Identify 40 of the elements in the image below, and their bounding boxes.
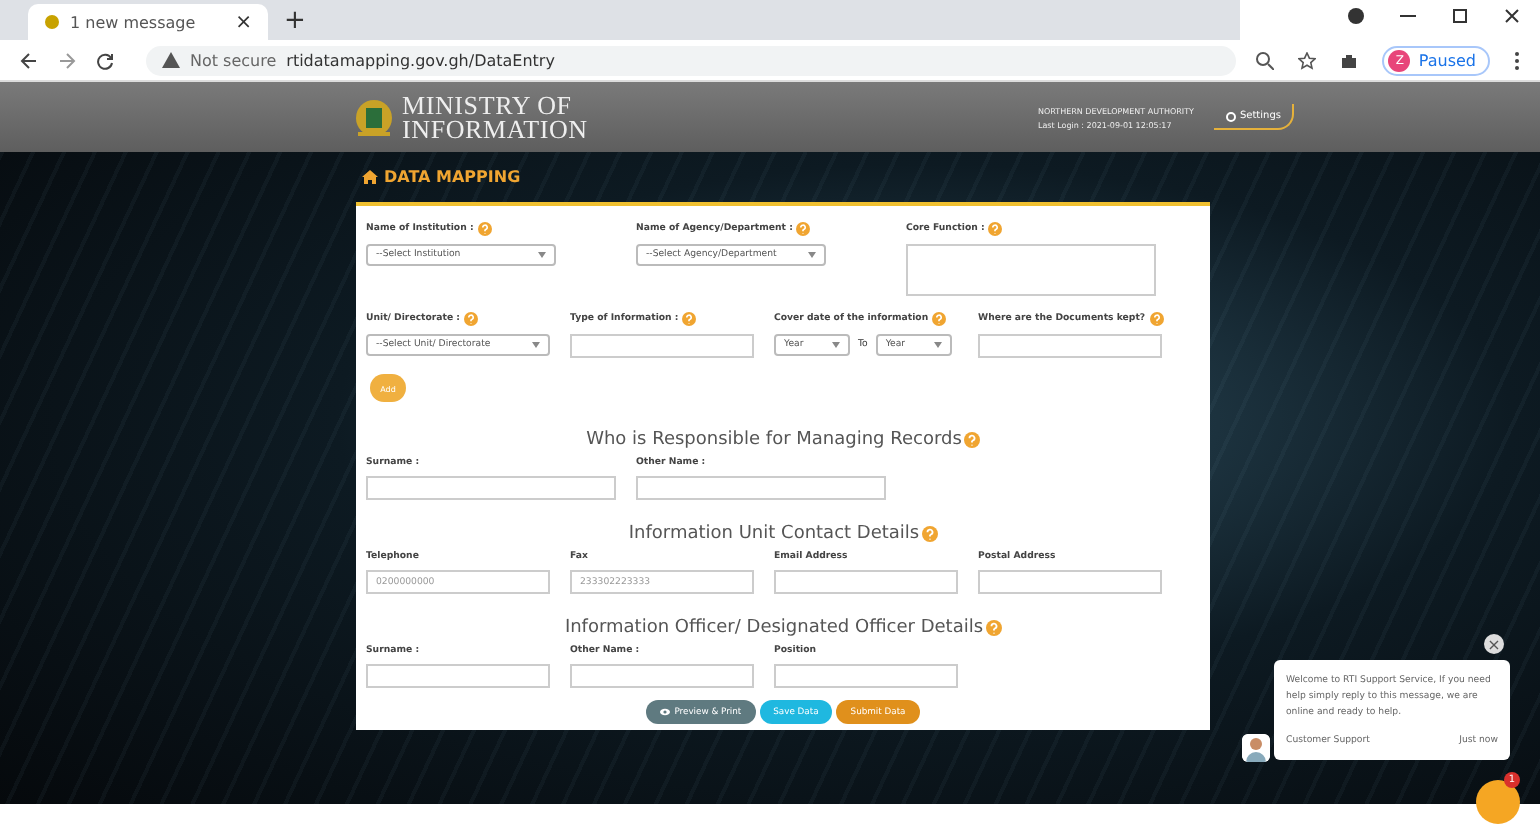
user-avatar-icon xyxy=(1242,734,1270,762)
input-field[interactable] xyxy=(774,664,958,688)
close-icon[interactable] xyxy=(1504,8,1520,24)
zoom-icon[interactable] xyxy=(1256,51,1275,69)
page-title: DATA MAPPING xyxy=(384,168,521,186)
section-heading: Information Officer/ Designated Officer Details xyxy=(564,618,984,638)
input-field[interactable] xyxy=(774,570,958,594)
caret-icon xyxy=(532,342,540,348)
tab-close-button[interactable]: × xyxy=(235,11,252,33)
caret-icon xyxy=(808,252,816,258)
caret-icon xyxy=(933,342,942,348)
browser-tab[interactable]: 1 new message × xyxy=(28,4,268,40)
chat-close-button[interactable]: × xyxy=(1484,634,1504,654)
warning-icon xyxy=(162,52,180,68)
input-field[interactable] xyxy=(366,476,616,500)
input-field[interactable] xyxy=(570,334,754,358)
caret-icon xyxy=(832,342,840,348)
input-field[interactable] xyxy=(978,570,1162,594)
input-field[interactable] xyxy=(978,334,1162,358)
star-icon[interactable] xyxy=(1298,51,1317,69)
address-bar[interactable]: Not secure rtidatamapping.gov.gh/DataEntry xyxy=(146,45,1237,75)
caret-icon xyxy=(538,252,546,258)
account-icon[interactable] xyxy=(1348,8,1364,24)
input-field[interactable] xyxy=(636,476,886,500)
restore-icon[interactable] xyxy=(1452,8,1468,24)
menu-icon[interactable] xyxy=(1514,51,1520,69)
reload-icon[interactable] xyxy=(96,51,114,69)
input-field[interactable] xyxy=(570,664,754,688)
section-heading: Information Unit Contact Details xyxy=(628,524,920,544)
home-icon xyxy=(362,170,378,184)
url-text: rtidatamapping.gov.gh/DataEntry xyxy=(286,51,555,69)
security-label: Not secure xyxy=(190,51,277,69)
eye-icon xyxy=(660,708,671,716)
section-heading: Who is Responsible for Managing Records xyxy=(586,430,962,450)
new-tab-button[interactable]: + xyxy=(284,6,306,36)
tab-title: 1 new message xyxy=(70,13,198,31)
logo-text: MINISTRY OF INFORMATION xyxy=(402,93,590,141)
input-field[interactable] xyxy=(366,664,550,688)
back-icon[interactable] xyxy=(20,51,38,69)
forward-icon[interactable] xyxy=(58,51,76,69)
